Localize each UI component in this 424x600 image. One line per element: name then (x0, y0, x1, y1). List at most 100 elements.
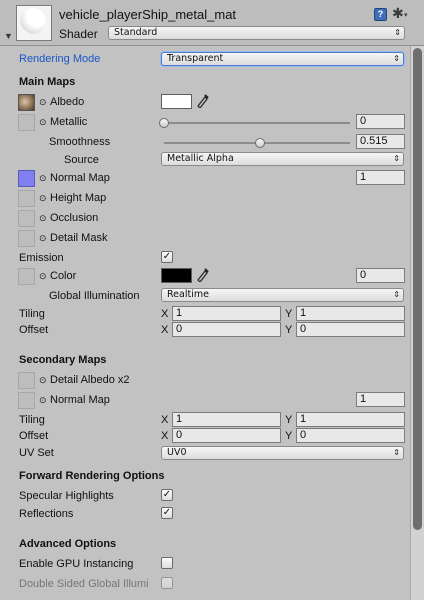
smoothness-slider-thumb[interactable] (254, 138, 265, 148)
inspector-scrollbar[interactable] (410, 46, 424, 600)
preview-swirl (20, 8, 46, 34)
smoothness-value-field[interactable]: 0.515 (356, 134, 405, 149)
material-name: vehicle_playerShip_metal_mat (59, 7, 237, 22)
normal-map-picker-dot-icon[interactable]: ⊙ (39, 173, 47, 184)
secondary-tiling-x-field[interactable]: 1 (172, 412, 281, 427)
uv-set-dropdown[interactable]: UV0 ⇕ (161, 446, 404, 460)
specular-highlights-label: Specular Highlights (19, 490, 114, 502)
settings-caret-icon[interactable]: ▾ (404, 11, 408, 19)
scrollbar-thumb[interactable] (413, 48, 422, 530)
secondary-offset-x-label: X (161, 430, 169, 442)
dropdown-arrows-icon: ⇕ (393, 54, 400, 63)
double-sided-gi-checkbox (161, 577, 173, 589)
double-sided-gi-label: Double Sided Global Illumi (19, 578, 149, 590)
emission-label: Emission (19, 252, 64, 264)
secondary-offset-x-field[interactable]: 0 (172, 428, 281, 443)
albedo-color-swatch[interactable] (161, 94, 192, 109)
occlusion-texture-slot[interactable] (18, 210, 35, 227)
emission-picker-dot-icon[interactable]: ⊙ (39, 271, 47, 282)
rendering-mode-value: Transparent (167, 53, 224, 64)
reflections-checkbox[interactable]: ✓ (161, 507, 173, 519)
gpu-instancing-checkbox[interactable] (161, 557, 173, 569)
albedo-label: Albedo (50, 96, 85, 108)
tiling-y-field[interactable]: 1 (296, 306, 405, 321)
shader-dropdown[interactable]: Standard ⇕ (108, 26, 405, 40)
eyedropper-icon[interactable] (196, 92, 210, 111)
gpu-instancing-label: Enable GPU Instancing (19, 558, 134, 570)
metallic-slider-thumb[interactable] (159, 118, 169, 128)
global-illumination-value: Realtime (167, 289, 209, 300)
dropdown-arrows-icon: ⇕ (394, 28, 401, 37)
uv-set-value: UV0 (167, 447, 187, 458)
global-illumination-dropdown[interactable]: Realtime ⇕ (161, 288, 404, 302)
emission-checkbox[interactable]: ✓ (161, 251, 173, 263)
source-dropdown-value: Metallic Alpha (167, 153, 234, 164)
material-header: ▼ vehicle_playerShip_metal_mat Shader St… (0, 0, 424, 46)
dropdown-arrows-icon: ⇕ (393, 448, 400, 457)
metallic-slider-track[interactable] (164, 122, 350, 124)
secondary-offset-y-field[interactable]: 0 (296, 428, 405, 443)
tiling-x-field[interactable]: 1 (172, 306, 281, 321)
shader-label: Shader (59, 27, 98, 41)
secondary-offset-y-label: Y (285, 430, 293, 442)
secondary-offset-label: Offset (19, 430, 49, 442)
detail-albedo-picker-dot-icon[interactable]: ⊙ (39, 375, 47, 386)
height-map-label: Height Map (50, 192, 107, 204)
secondary-normal-map-picker-dot-icon[interactable]: ⊙ (39, 395, 47, 406)
forward-rendering-title: Forward Rendering Options (19, 470, 165, 482)
source-label: Source (64, 154, 99, 166)
normal-map-label: Normal Map (50, 172, 110, 184)
dropdown-arrows-icon: ⇕ (393, 290, 400, 299)
tiling-x-label: X (161, 308, 169, 320)
offset-y-field[interactable]: 0 (296, 322, 405, 337)
height-map-texture-slot[interactable] (18, 190, 35, 207)
occlusion-label: Occlusion (50, 212, 99, 224)
metallic-label: Metallic (50, 116, 88, 128)
offset-x-field[interactable]: 0 (172, 322, 281, 337)
emission-color-label: Color (50, 270, 77, 282)
dropdown-arrows-icon: ⇕ (393, 154, 400, 163)
fold-arrow-icon[interactable]: ▼ (4, 31, 13, 41)
material-preview-thumbnail[interactable] (16, 5, 52, 41)
offset-label: Offset (19, 324, 49, 336)
metallic-picker-dot-icon[interactable]: ⊙ (39, 117, 47, 128)
emission-intensity-field[interactable]: 0 (356, 268, 405, 283)
secondary-normal-map-label: Normal Map (50, 394, 110, 406)
global-illumination-label: Global Illumination (49, 290, 140, 302)
tiling-label: Tiling (19, 308, 45, 320)
occlusion-picker-dot-icon[interactable]: ⊙ (39, 213, 47, 224)
secondary-normal-map-texture-slot[interactable] (18, 392, 35, 409)
tiling-y-label: Y (285, 308, 293, 320)
normal-map-texture-slot[interactable] (18, 170, 35, 187)
secondary-tiling-x-label: X (161, 414, 169, 426)
detail-albedo-texture-slot[interactable] (18, 372, 35, 389)
uv-set-label: UV Set (19, 447, 54, 459)
detail-mask-texture-slot[interactable] (18, 230, 35, 247)
rendering-mode-dropdown[interactable]: Transparent ⇕ (161, 52, 404, 66)
normal-map-scale-field[interactable]: 1 (356, 170, 405, 185)
metallic-value-field[interactable]: 0 (356, 114, 405, 129)
secondary-tiling-y-label: Y (285, 414, 293, 426)
offset-y-label: Y (285, 324, 293, 336)
emission-color-swatch[interactable] (161, 268, 192, 283)
source-dropdown[interactable]: Metallic Alpha ⇕ (161, 152, 404, 166)
secondary-tiling-label: Tiling (19, 414, 45, 426)
help-book-icon[interactable]: ? (374, 8, 387, 21)
metallic-texture-slot[interactable] (18, 114, 35, 131)
secondary-normal-map-scale-field[interactable]: 1 (356, 392, 405, 407)
eyedropper-icon[interactable] (196, 266, 210, 285)
secondary-tiling-y-field[interactable]: 1 (296, 412, 405, 427)
detail-mask-picker-dot-icon[interactable]: ⊙ (39, 233, 47, 244)
main-maps-title: Main Maps (19, 76, 76, 88)
settings-gear-icon[interactable]: ✱ (392, 5, 404, 22)
specular-highlights-checkbox[interactable]: ✓ (161, 489, 173, 501)
albedo-picker-dot-icon[interactable]: ⊙ (39, 97, 47, 108)
smoothness-label: Smoothness (49, 136, 111, 148)
albedo-texture-slot[interactable] (18, 94, 35, 111)
emission-texture-slot[interactable] (18, 268, 35, 285)
height-map-picker-dot-icon[interactable]: ⊙ (39, 193, 47, 204)
reflections-label: Reflections (19, 508, 74, 520)
advanced-options-title: Advanced Options (19, 538, 117, 550)
secondary-maps-title: Secondary Maps (19, 354, 107, 366)
detail-albedo-label: Detail Albedo x2 (50, 374, 130, 386)
